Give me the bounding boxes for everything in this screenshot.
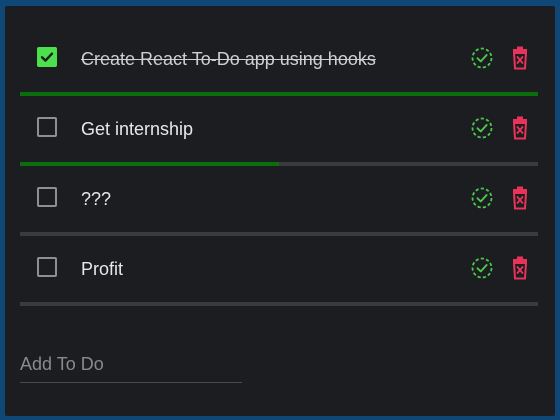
complete-icon[interactable] — [470, 256, 494, 280]
complete-icon[interactable] — [470, 46, 494, 70]
todo-label: Profit — [81, 259, 124, 279]
todo-progress-bar — [20, 302, 538, 306]
todo-label: Get internship — [81, 119, 194, 139]
todo-item: Profit — [20, 236, 538, 306]
todo-card: Create React To-Do app using hooks Get i… — [5, 6, 555, 416]
trash-icon[interactable] — [509, 186, 531, 210]
todo-checkbox[interactable] — [37, 187, 57, 207]
complete-icon[interactable] — [470, 186, 494, 210]
todo-item: ??? — [20, 166, 538, 236]
todo-item: Create React To-Do app using hooks — [20, 26, 538, 96]
complete-icon[interactable] — [470, 116, 494, 140]
add-todo-input[interactable] — [20, 346, 242, 383]
trash-icon[interactable] — [509, 46, 531, 70]
trash-icon[interactable] — [509, 256, 531, 280]
todo-list: Create React To-Do app using hooks Get i… — [20, 26, 538, 306]
todo-label: Create React To-Do app using hooks — [81, 49, 376, 69]
todo-checkbox[interactable] — [37, 257, 57, 277]
todo-item: Get internship — [20, 96, 538, 166]
todo-checkbox[interactable] — [37, 47, 57, 67]
todo-label: ??? — [81, 189, 112, 209]
trash-icon[interactable] — [509, 116, 531, 140]
todo-checkbox[interactable] — [37, 117, 57, 137]
